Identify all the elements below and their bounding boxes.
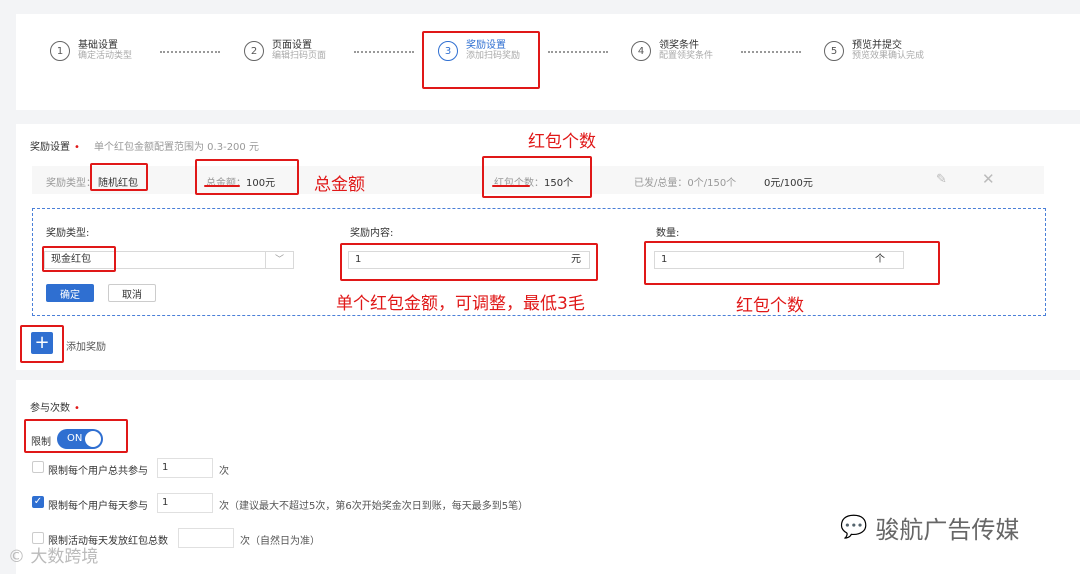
annotation-single-amount: 单个红包金额，可调整，最低3毛 [336,294,585,314]
annotation-total-amount: 总金额 [314,175,365,195]
watermark-left: © 大数跨境 [8,542,98,567]
edit-icon[interactable]: ✎ [936,172,947,187]
summary-amount: 0元/100元 [764,178,813,189]
limit-daily-checkbox[interactable]: ✓ [32,496,44,508]
highlight-type [90,163,148,191]
qty-field-label: 数量: [656,228,680,239]
highlight-amount [340,243,598,281]
highlight-limit-toggle [24,419,128,453]
content-field-label: 奖励内容: [350,228,394,239]
summary-type-label: 奖励类型： [46,178,96,189]
reward-hint: 单个红包金额配置范围为 0.3-200 元 [94,142,259,153]
chevron-down-icon: ﹀ [265,252,293,268]
highlight-add [20,325,64,363]
limit-total-label: 限制每个用户总共参与 [48,466,148,477]
wechat-icon: 💬 [840,515,868,540]
watermark-right: 💬 骏航广告传媒 [840,510,1019,545]
limit-total-suffix: 次 [219,466,229,477]
watermark-left-text: 大数跨境 [30,547,99,567]
step-separator [548,51,608,53]
step-conditions[interactable]: 4 领奖条件 配置领奖条件 [631,36,713,66]
annotation-count-bottom: 红包个数 [736,296,804,316]
step-number: 2 [244,41,264,61]
highlight-cash [42,246,116,272]
reward-title-text: 奖励设置 [30,142,70,153]
step-title: 领奖条件 [659,40,699,51]
step-subtitle: 确定活动类型 [78,51,133,61]
step-separator [160,51,220,53]
summary-issued: 已发/总量：0个/150个 [634,178,737,189]
participation-title: 参与次数 • [30,399,84,414]
limit-daily-suffix: 次（建议最大不超过5次，第6次开始奖金次日到账，每天最多到5笔） [219,501,529,512]
step-subtitle: 配置领奖条件 [659,51,714,61]
highlight-total [195,159,299,195]
step-subtitle: 预览效果确认完成 [852,51,925,61]
step-preview[interactable]: 5 预览并提交 预览效果确认完成 [824,36,924,66]
step-basic[interactable]: 1 基础设置 确定活动类型 [50,36,132,66]
type-field-label: 奖励类型: [46,228,90,239]
annotation-count-top: 红包个数 [528,132,596,152]
step-title: 页面设置 [272,40,312,51]
limit-total-input[interactable]: 1 [157,458,213,478]
highlight-count [482,156,592,198]
underline-total [204,185,240,187]
highlight-current-step [422,31,540,89]
limit-daily-label: 限制每个用户每天参与 [48,501,148,512]
underline-count [492,185,530,187]
step-number: 4 [631,41,651,61]
limit-daily-input[interactable]: 1 [157,493,213,513]
step-title: 预览并提交 [852,40,902,51]
limit-redpacket-input[interactable] [178,528,234,548]
required-mark: • [74,403,80,414]
step-title: 基础设置 [78,40,118,51]
watermark-left-icon: © [8,547,25,567]
close-icon[interactable]: ✕ [982,170,995,188]
participation-title-text: 参与次数 [30,403,70,414]
confirm-button[interactable]: 确定 [46,284,94,302]
watermark-right-text: 骏航广告传媒 [875,516,1020,544]
step-separator [741,51,801,53]
check-icon: ✓ [33,496,43,507]
step-number: 1 [50,41,70,61]
step-page[interactable]: 2 页面设置 编辑扫码页面 [244,36,326,66]
limit-redpacket-suffix: 次（自然日为准） [240,536,320,547]
add-reward-label: 添加奖励 [66,342,106,353]
limit-total-checkbox[interactable] [32,461,44,473]
step-subtitle: 编辑扫码页面 [272,51,327,61]
cancel-button[interactable]: 取消 [108,284,156,302]
step-number: 5 [824,41,844,61]
step-separator [354,51,414,53]
required-mark: • [74,142,80,153]
reward-section-title: 奖励设置 • [30,138,84,153]
highlight-qty [644,241,940,285]
